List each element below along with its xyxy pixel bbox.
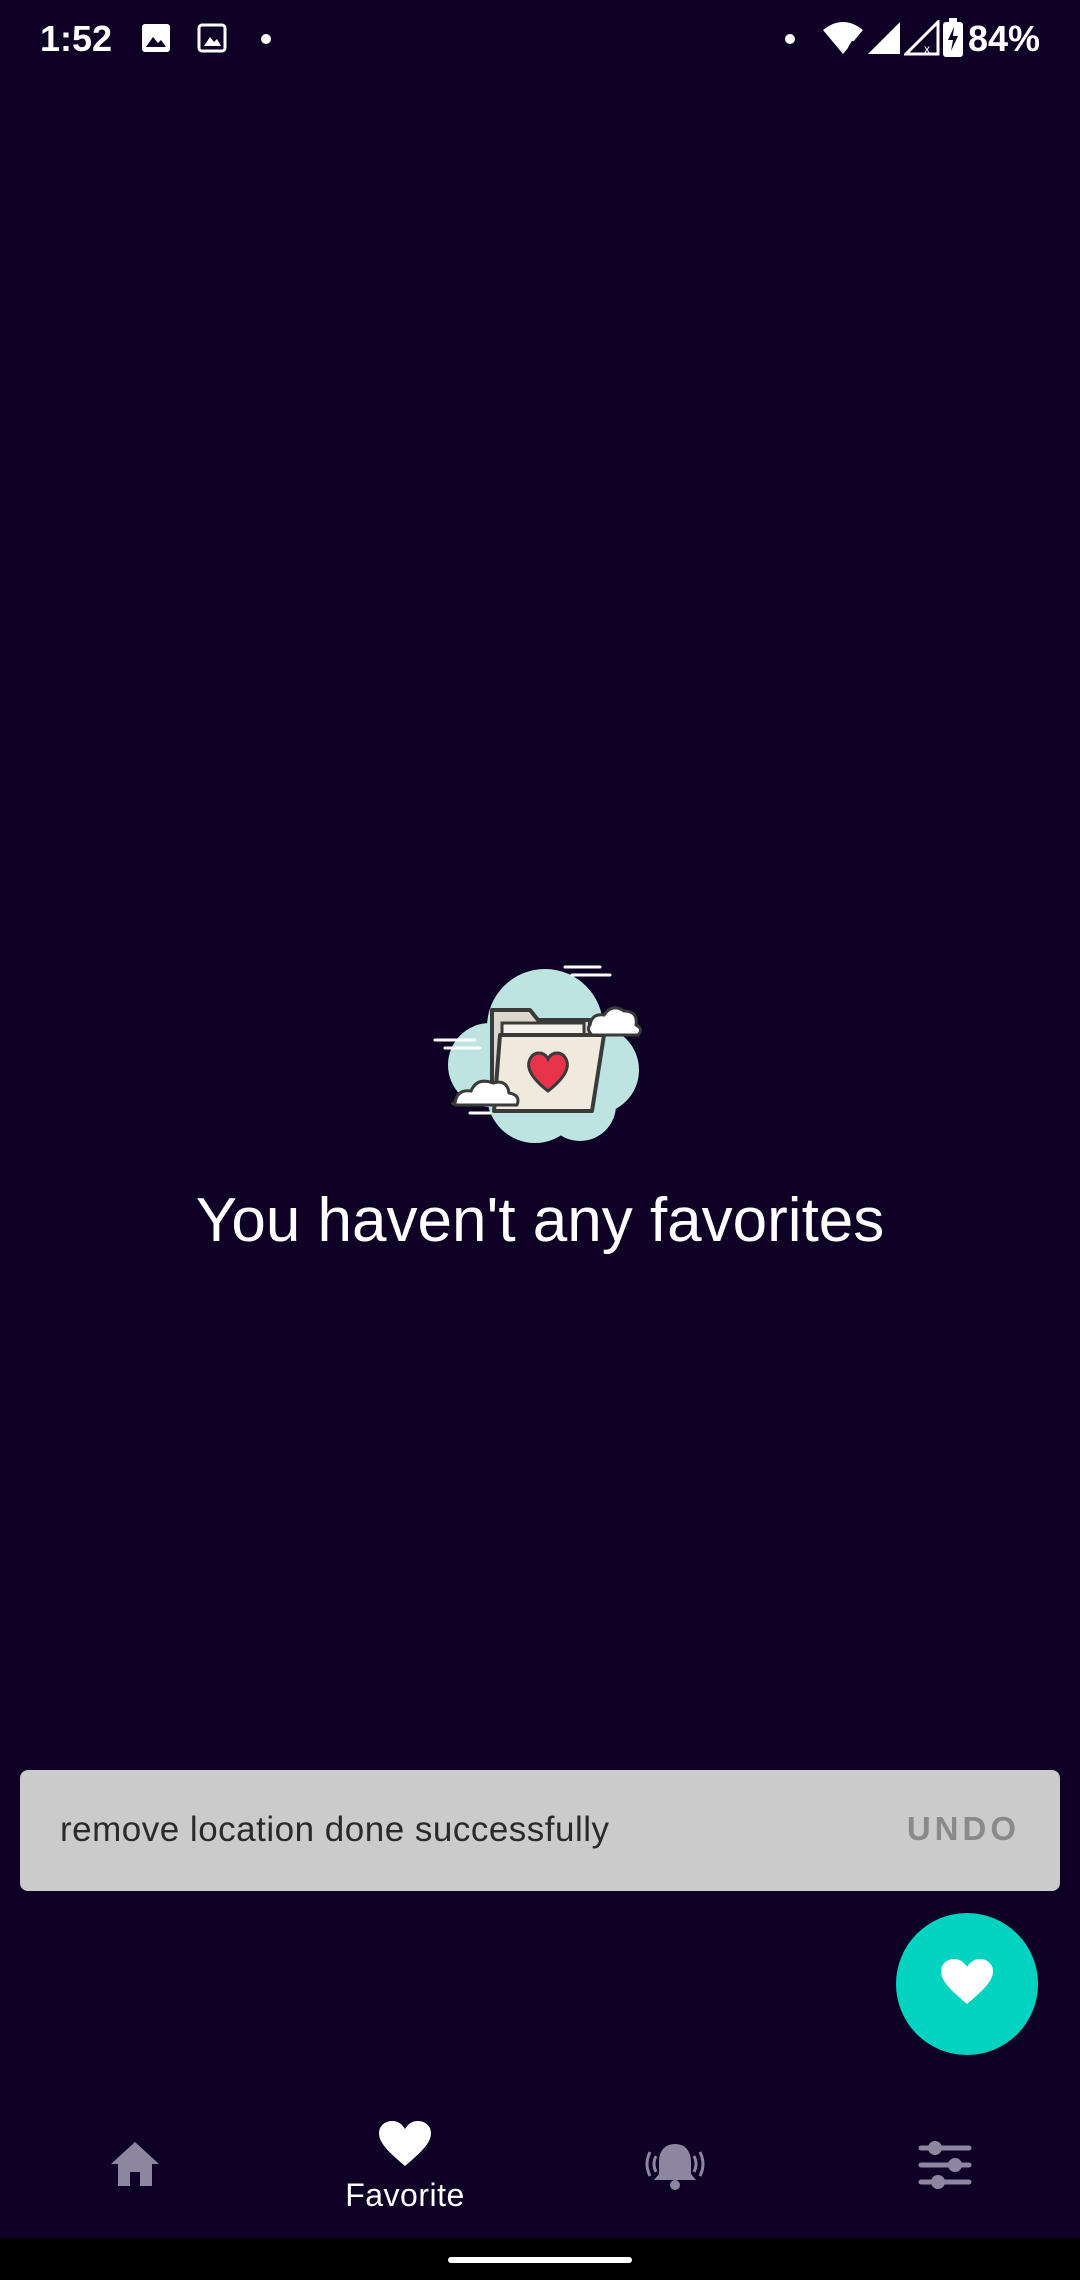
alarm-bell-icon — [642, 2140, 708, 2197]
dot-icon — [784, 32, 796, 50]
favorites-screen: 1:52 4 x 84% You haven't any favorites r… — [0, 0, 1080, 2280]
bottom-navigation: Favorite — [0, 2100, 1080, 2235]
battery-charging-icon — [942, 18, 964, 63]
heart-icon — [378, 2120, 432, 2173]
signal-icon — [866, 20, 902, 61]
home-icon — [109, 2140, 161, 2193]
svg-text:4: 4 — [848, 38, 856, 53]
nav-item-settings[interactable] — [810, 2100, 1080, 2235]
empty-favorites-message: You haven't any favorites — [195, 1186, 885, 1255]
status-time: 1:52 — [40, 18, 113, 59]
status-bar: 1:52 4 x 84% — [0, 0, 1080, 80]
nav-item-home[interactable] — [0, 2100, 270, 2235]
signal-no-data-icon: x — [902, 18, 940, 61]
nav-item-favorite[interactable]: Favorite — [270, 2100, 540, 2235]
battery-percentage: 84% — [967, 18, 1040, 59]
heart-icon — [940, 1958, 994, 2011]
snackbar: remove location done successfully UNDO — [20, 1770, 1060, 1891]
image-icon — [140, 22, 172, 59]
nav-item-alarms[interactable] — [540, 2100, 810, 2235]
nav-label-favorite: Favorite — [345, 2177, 465, 2213]
wifi-icon: 4 — [822, 20, 864, 61]
favorite-folder-cloud-illustration — [430, 955, 650, 1145]
dot-icon — [260, 32, 272, 50]
settings-sliders-icon — [918, 2140, 972, 2195]
home-gesture-handle[interactable] — [448, 2257, 632, 2263]
undo-button[interactable]: UNDO — [907, 1810, 1020, 1848]
snackbar-message: remove location done successfully — [60, 1810, 610, 1849]
favorite-fab-button[interactable] — [896, 1913, 1038, 2055]
svg-text:x: x — [924, 42, 930, 56]
image-icon — [196, 22, 228, 59]
